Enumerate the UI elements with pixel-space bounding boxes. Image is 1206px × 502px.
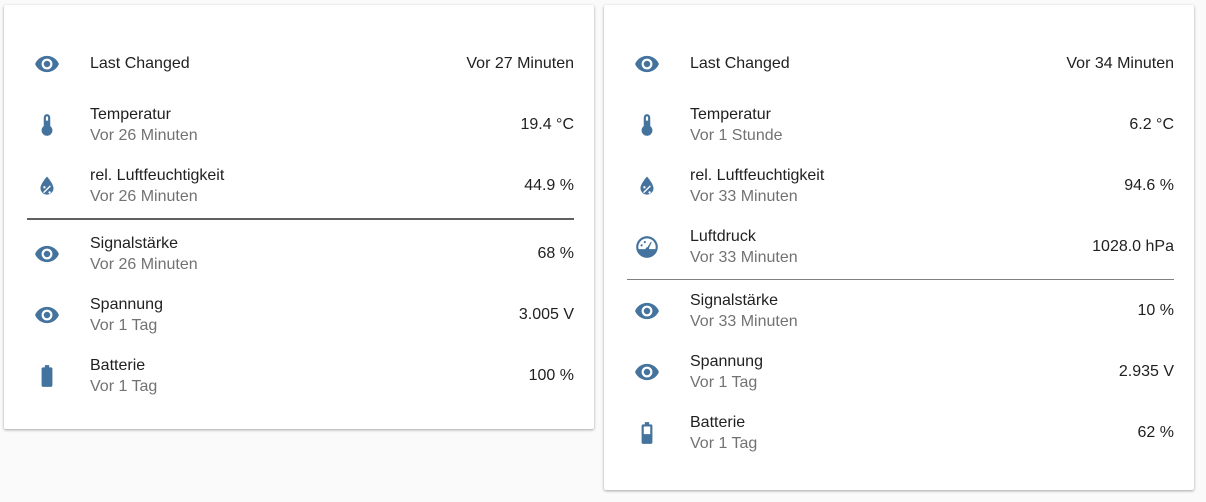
gauge-icon <box>627 227 667 267</box>
entity-state: 6.2 °C <box>1129 115 1174 133</box>
eye-icon <box>627 291 667 331</box>
entity-name: Signalstärke <box>90 234 179 252</box>
entity-last-changed: Vor 33 Minuten <box>690 187 798 205</box>
entity-last-changed: Vor 1 Tag <box>90 316 158 334</box>
entity-state: 94.6 % <box>1124 176 1174 194</box>
entities-card-1: Last Changed Vor 27 Minuten Temperatur V… <box>4 5 594 429</box>
entity-info: Signalstärke Vor 26 Minuten <box>90 233 538 275</box>
entity-state: 62 % <box>1137 423 1174 441</box>
entity-row-temperatur[interactable]: Temperatur Vor 1 Stunde 6.2 °C <box>627 94 1174 155</box>
entity-state: 10 % <box>1137 301 1174 319</box>
entity-info: Last Changed <box>90 53 466 74</box>
entity-row-signalstaerke[interactable]: Signalstärke Vor 26 Minuten 68 % <box>27 223 574 284</box>
thermometer-icon <box>627 105 667 145</box>
entity-info: Batterie Vor 1 Tag <box>690 412 1138 454</box>
entity-info: Signalstärke Vor 33 Minuten <box>690 290 1138 332</box>
entities-card-2: Last Changed Vor 34 Minuten Temperatur V… <box>604 5 1194 490</box>
entity-state: 1028.0 hPa <box>1092 237 1174 255</box>
entity-row-luftdruck[interactable]: Luftdruck Vor 33 Minuten 1028.0 hPa <box>627 216 1174 277</box>
entity-state: 44.9 % <box>524 176 574 194</box>
entity-state: 3.005 V <box>518 305 574 323</box>
entity-state: 19.4 °C <box>520 115 574 133</box>
entity-name: rel. Luftfeuchtigkeit <box>90 166 225 184</box>
entity-info: rel. Luftfeuchtigkeit Vor 33 Minuten <box>690 165 1124 207</box>
battery-icon <box>27 356 67 396</box>
entity-last-changed: Vor 26 Minuten <box>90 255 198 273</box>
entity-last-changed: Vor 1 Stunde <box>690 126 783 144</box>
entity-info: Last Changed <box>690 53 1066 74</box>
entity-info: Luftdruck Vor 33 Minuten <box>690 226 1092 268</box>
eye-icon <box>27 234 67 274</box>
entity-name: Last Changed <box>690 55 790 72</box>
entity-name: Batterie <box>90 356 146 374</box>
entity-row-luftfeuchtigkeit[interactable]: rel. Luftfeuchtigkeit Vor 33 Minuten 94.… <box>627 155 1174 216</box>
entity-last-changed: Vor 26 Minuten <box>90 187 198 205</box>
eye-icon <box>27 44 67 84</box>
entity-name: Temperatur <box>690 105 771 123</box>
entity-state: Vor 34 Minuten <box>1066 54 1174 72</box>
entity-name: Batterie <box>690 413 746 431</box>
entity-state: 100 % <box>528 366 574 384</box>
water-percent-icon <box>27 166 67 206</box>
entity-name: rel. Luftfeuchtigkeit <box>690 166 825 184</box>
entity-row-batterie[interactable]: Batterie Vor 1 Tag 62 % <box>627 402 1174 463</box>
battery-60-icon <box>627 413 667 453</box>
entity-name: Last Changed <box>90 55 190 72</box>
entity-state: 2.935 V <box>1118 362 1174 380</box>
entity-name: Temperatur <box>90 105 171 123</box>
entity-name: Signalstärke <box>690 291 779 309</box>
entity-row-spannung[interactable]: Spannung Vor 1 Tag 3.005 V <box>27 284 574 345</box>
eye-icon <box>27 295 67 335</box>
entity-last-changed: Vor 26 Minuten <box>90 126 198 144</box>
entity-row-spannung[interactable]: Spannung Vor 1 Tag 2.935 V <box>627 341 1174 402</box>
entity-row-temperatur[interactable]: Temperatur Vor 26 Minuten 19.4 °C <box>27 94 574 155</box>
entity-row-last-changed[interactable]: Last Changed Vor 34 Minuten <box>627 33 1174 94</box>
water-percent-icon <box>627 166 667 206</box>
entity-name: Spannung <box>90 295 163 313</box>
entity-info: Spannung Vor 1 Tag <box>90 294 519 336</box>
eye-icon <box>627 44 667 84</box>
entity-state: 68 % <box>537 244 574 262</box>
entity-row-last-changed[interactable]: Last Changed Vor 27 Minuten <box>27 33 574 94</box>
eye-icon <box>627 352 667 392</box>
entity-row-signalstaerke[interactable]: Signalstärke Vor 33 Minuten 10 % <box>627 280 1174 341</box>
entity-last-changed: Vor 33 Minuten <box>690 248 798 266</box>
entity-last-changed: Vor 1 Tag <box>90 377 158 395</box>
entity-info: Spannung Vor 1 Tag <box>690 351 1119 393</box>
entity-row-batterie[interactable]: Batterie Vor 1 Tag 100 % <box>27 345 574 406</box>
thermometer-icon <box>27 105 67 145</box>
entity-info: Temperatur Vor 26 Minuten <box>90 104 520 146</box>
entity-row-luftfeuchtigkeit[interactable]: rel. Luftfeuchtigkeit Vor 26 Minuten 44.… <box>27 155 574 216</box>
entity-info: Batterie Vor 1 Tag <box>90 355 529 397</box>
entity-name: Luftdruck <box>690 227 756 245</box>
entity-name: Spannung <box>690 352 763 370</box>
entity-last-changed: Vor 1 Tag <box>690 434 758 452</box>
entity-state: Vor 27 Minuten <box>466 54 574 72</box>
entity-last-changed: Vor 1 Tag <box>690 373 758 391</box>
entity-last-changed: Vor 33 Minuten <box>690 312 798 330</box>
entity-info: Temperatur Vor 1 Stunde <box>690 104 1129 146</box>
entity-info: rel. Luftfeuchtigkeit Vor 26 Minuten <box>90 165 524 207</box>
section-divider <box>27 218 574 220</box>
